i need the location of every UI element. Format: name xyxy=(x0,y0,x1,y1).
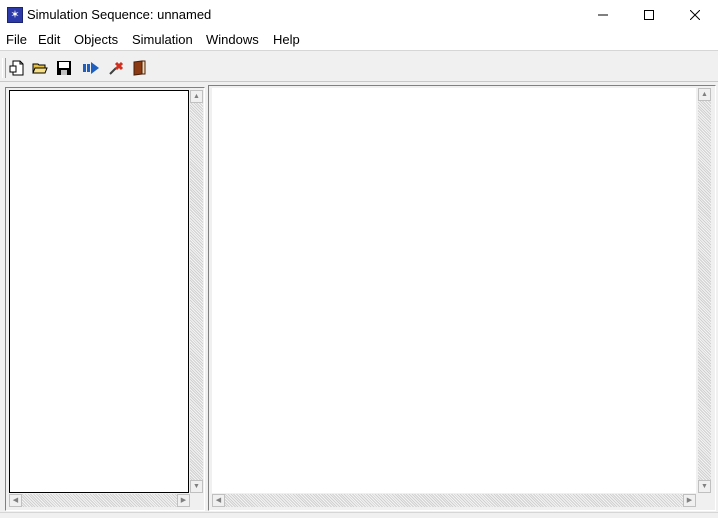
open-folder-icon xyxy=(32,63,48,74)
maximize-button[interactable] xyxy=(626,0,672,30)
close-icon xyxy=(690,10,700,20)
stop-button[interactable] xyxy=(106,58,126,78)
left-horizontal-scrollbar[interactable]: ◀ ▶ xyxy=(9,494,190,507)
menu-windows[interactable]: Windows xyxy=(206,32,259,47)
open-button[interactable] xyxy=(30,58,50,78)
maximize-icon xyxy=(644,10,654,20)
menu-objects[interactable]: Objects xyxy=(74,32,118,47)
close-button[interactable] xyxy=(672,0,718,30)
book-button[interactable] xyxy=(129,58,149,78)
menu-bar: File Edit Objects Simulation Windows Hel… xyxy=(0,30,718,51)
scroll-right-arrow-icon[interactable]: ▶ xyxy=(177,494,190,507)
left-list-area[interactable] xyxy=(9,90,189,493)
app-icon[interactable]: ✶ xyxy=(7,7,23,23)
scroll-up-arrow-icon[interactable]: ▲ xyxy=(698,88,711,101)
run-simulation-icon xyxy=(83,62,99,74)
minimize-icon xyxy=(598,14,608,16)
scroll-right-arrow-icon[interactable]: ▶ xyxy=(683,494,696,507)
menu-edit[interactable]: Edit xyxy=(38,32,60,47)
title-bar[interactable]: ✶ Simulation Sequence: unnamed xyxy=(0,0,718,30)
scroll-up-arrow-icon[interactable]: ▲ xyxy=(190,90,203,103)
run-button[interactable] xyxy=(80,58,100,78)
book-icon xyxy=(133,60,146,76)
menu-file[interactable]: File xyxy=(6,32,27,47)
toolbar-grip[interactable] xyxy=(2,58,6,78)
menu-help[interactable]: Help xyxy=(273,32,300,47)
minimize-button[interactable] xyxy=(580,0,626,30)
menu-simulation[interactable]: Simulation xyxy=(132,32,193,47)
new-button[interactable] xyxy=(7,58,27,78)
window-title: Simulation Sequence: unnamed xyxy=(27,7,212,22)
right-horizontal-scrollbar[interactable]: ◀ ▶ xyxy=(212,494,696,507)
scroll-left-arrow-icon[interactable]: ◀ xyxy=(212,494,225,507)
left-vertical-scrollbar[interactable]: ▲ ▼ xyxy=(190,90,203,493)
right-vertical-scrollbar[interactable]: ▲ ▼ xyxy=(698,88,711,493)
right-canvas-area[interactable] xyxy=(212,88,696,493)
scroll-down-arrow-icon[interactable]: ▼ xyxy=(698,480,711,493)
save-button[interactable] xyxy=(54,58,74,78)
scroll-left-arrow-icon[interactable]: ◀ xyxy=(9,494,22,507)
status-bar xyxy=(0,512,718,518)
stop-simulation-icon xyxy=(109,61,124,75)
save-disk-icon xyxy=(57,61,71,75)
left-panel: ▲ ▼ ◀ ▶ xyxy=(5,87,205,511)
toolbar xyxy=(0,55,718,82)
right-panel: ▲ ▼ ◀ ▶ xyxy=(208,85,716,511)
new-document-icon xyxy=(9,60,24,76)
scroll-down-arrow-icon[interactable]: ▼ xyxy=(190,480,203,493)
